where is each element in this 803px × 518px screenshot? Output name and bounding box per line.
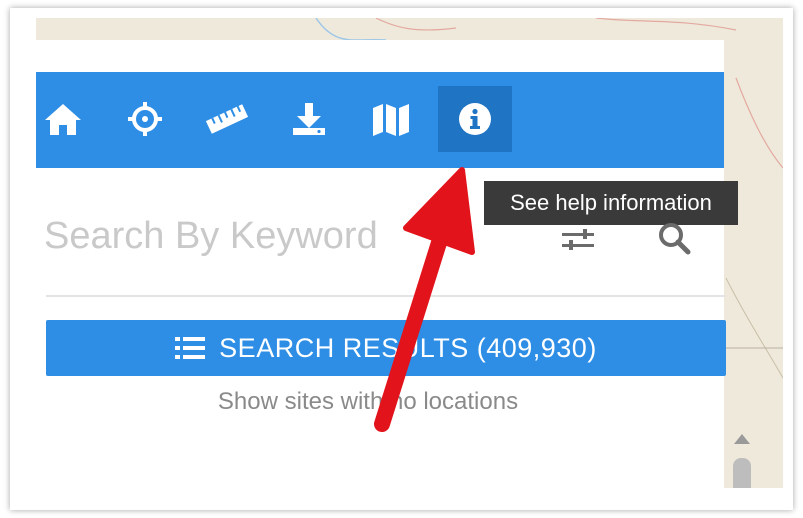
divider (46, 295, 726, 297)
locate-button[interactable] (114, 88, 176, 150)
download-icon (293, 103, 325, 135)
info-icon (459, 103, 491, 135)
search-input[interactable] (44, 206, 444, 266)
crosshair-icon (128, 102, 162, 136)
search-button[interactable] (650, 214, 698, 262)
home-button[interactable] (32, 88, 94, 150)
no-locations-link[interactable]: Show sites with no locations (190, 388, 546, 424)
scrollbar-thumb[interactable] (733, 458, 751, 488)
measure-button[interactable] (196, 88, 258, 150)
download-button[interactable] (278, 88, 340, 150)
toolbar (36, 72, 724, 168)
basemap-button[interactable] (360, 88, 422, 150)
help-tooltip: See help information (484, 181, 738, 225)
help-button[interactable] (438, 86, 512, 152)
sliders-icon (562, 229, 594, 250)
search-results-label: SEARCH RESULTS (409,930) (219, 332, 597, 363)
ruler-icon (205, 104, 249, 134)
scroll-up-icon[interactable] (733, 432, 751, 446)
magnifier-icon (659, 223, 691, 255)
map-icon (373, 104, 409, 136)
filter-button[interactable] (554, 216, 602, 264)
home-icon (45, 104, 81, 135)
list-icon (175, 337, 206, 359)
search-results-button[interactable]: SEARCH RESULTS (409,930) (46, 320, 726, 376)
